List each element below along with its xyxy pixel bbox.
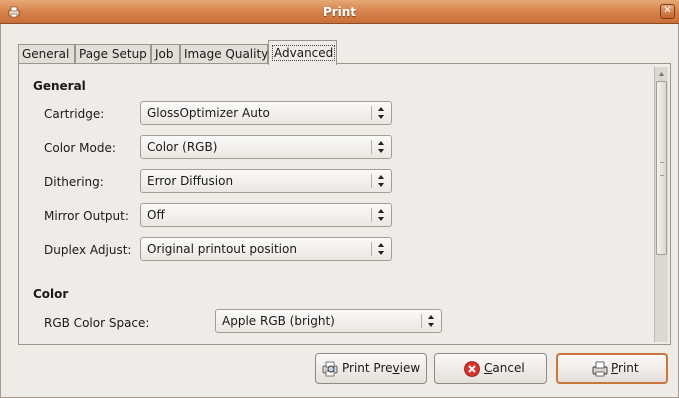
section-title-color: Color — [33, 287, 69, 301]
mirror-output-select[interactable]: Off — [140, 203, 392, 227]
section-title-general: General — [33, 79, 86, 93]
tab-label: Image Quality — [184, 47, 269, 61]
vertical-scrollbar[interactable] — [654, 67, 668, 342]
updown-arrows-icon — [378, 141, 384, 153]
dithering-value: Error Diffusion — [147, 174, 234, 188]
print-label: Print — [611, 361, 639, 375]
rgb-color-space-label: RGB Color Space: — [44, 316, 150, 330]
tab-general[interactable]: General — [18, 44, 75, 64]
tab-label: General — [22, 47, 70, 61]
cancel-button[interactable]: Cancel — [434, 353, 547, 384]
cancel-icon — [464, 361, 480, 377]
cancel-label: Cancel — [484, 361, 525, 375]
duplex-adjust-label: Duplex Adjust: — [44, 243, 132, 257]
updown-arrows-icon — [378, 209, 384, 221]
tab-label: Advanced — [272, 45, 336, 61]
rgb-color-space-select[interactable]: Apple RGB (bright) — [215, 309, 442, 333]
tab-job[interactable]: Job — [151, 44, 180, 64]
rgb-color-space-value: Apple RGB (bright) — [222, 314, 335, 328]
cartridge-value: GlossOptimizer Auto — [147, 106, 270, 120]
updown-arrows-icon — [378, 107, 384, 119]
cartridge-select[interactable]: GlossOptimizer Auto — [140, 101, 392, 125]
mirror-output-label: Mirror Output: — [44, 209, 129, 223]
tab-advanced[interactable]: Advanced — [268, 40, 337, 65]
printer-icon — [592, 361, 608, 377]
window-title: Print — [322, 5, 357, 19]
cartridge-label: Cartridge: — [44, 107, 105, 121]
duplex-adjust-value: Original printout position — [147, 242, 297, 256]
close-icon: ✕ — [663, 5, 672, 16]
color-mode-select[interactable]: Color (RGB) — [140, 135, 392, 159]
print-preview-button[interactable]: Print Preview — [315, 353, 427, 384]
advanced-settings-pane: General Cartridge: GlossOptimizer Auto C… — [22, 67, 654, 341]
tab-label: Job — [155, 47, 174, 61]
scroll-up-arrow-icon[interactable] — [655, 67, 668, 81]
dithering-select[interactable]: Error Diffusion — [140, 169, 392, 193]
print-preview-icon — [322, 361, 338, 377]
updown-arrows-icon — [428, 315, 434, 327]
updown-arrows-icon — [378, 243, 384, 255]
dithering-label: Dithering: — [44, 175, 104, 189]
tab-label: Page Setup — [79, 47, 147, 61]
scrollbar-thumb[interactable] — [656, 81, 667, 255]
duplex-adjust-select[interactable]: Original printout position — [140, 237, 392, 261]
tab-image-quality[interactable]: Image Quality — [180, 44, 268, 64]
color-mode-label: Color Mode: — [44, 141, 116, 155]
print-preview-label: Print Preview — [342, 361, 421, 375]
color-mode-value: Color (RGB) — [147, 140, 218, 154]
print-button[interactable]: Print — [556, 353, 668, 384]
mirror-output-value: Off — [147, 208, 165, 222]
updown-arrows-icon — [378, 175, 384, 187]
title-bar: Print ✕ — [0, 0, 679, 24]
tab-page-setup[interactable]: Page Setup — [75, 44, 151, 64]
close-button[interactable]: ✕ — [660, 4, 675, 19]
